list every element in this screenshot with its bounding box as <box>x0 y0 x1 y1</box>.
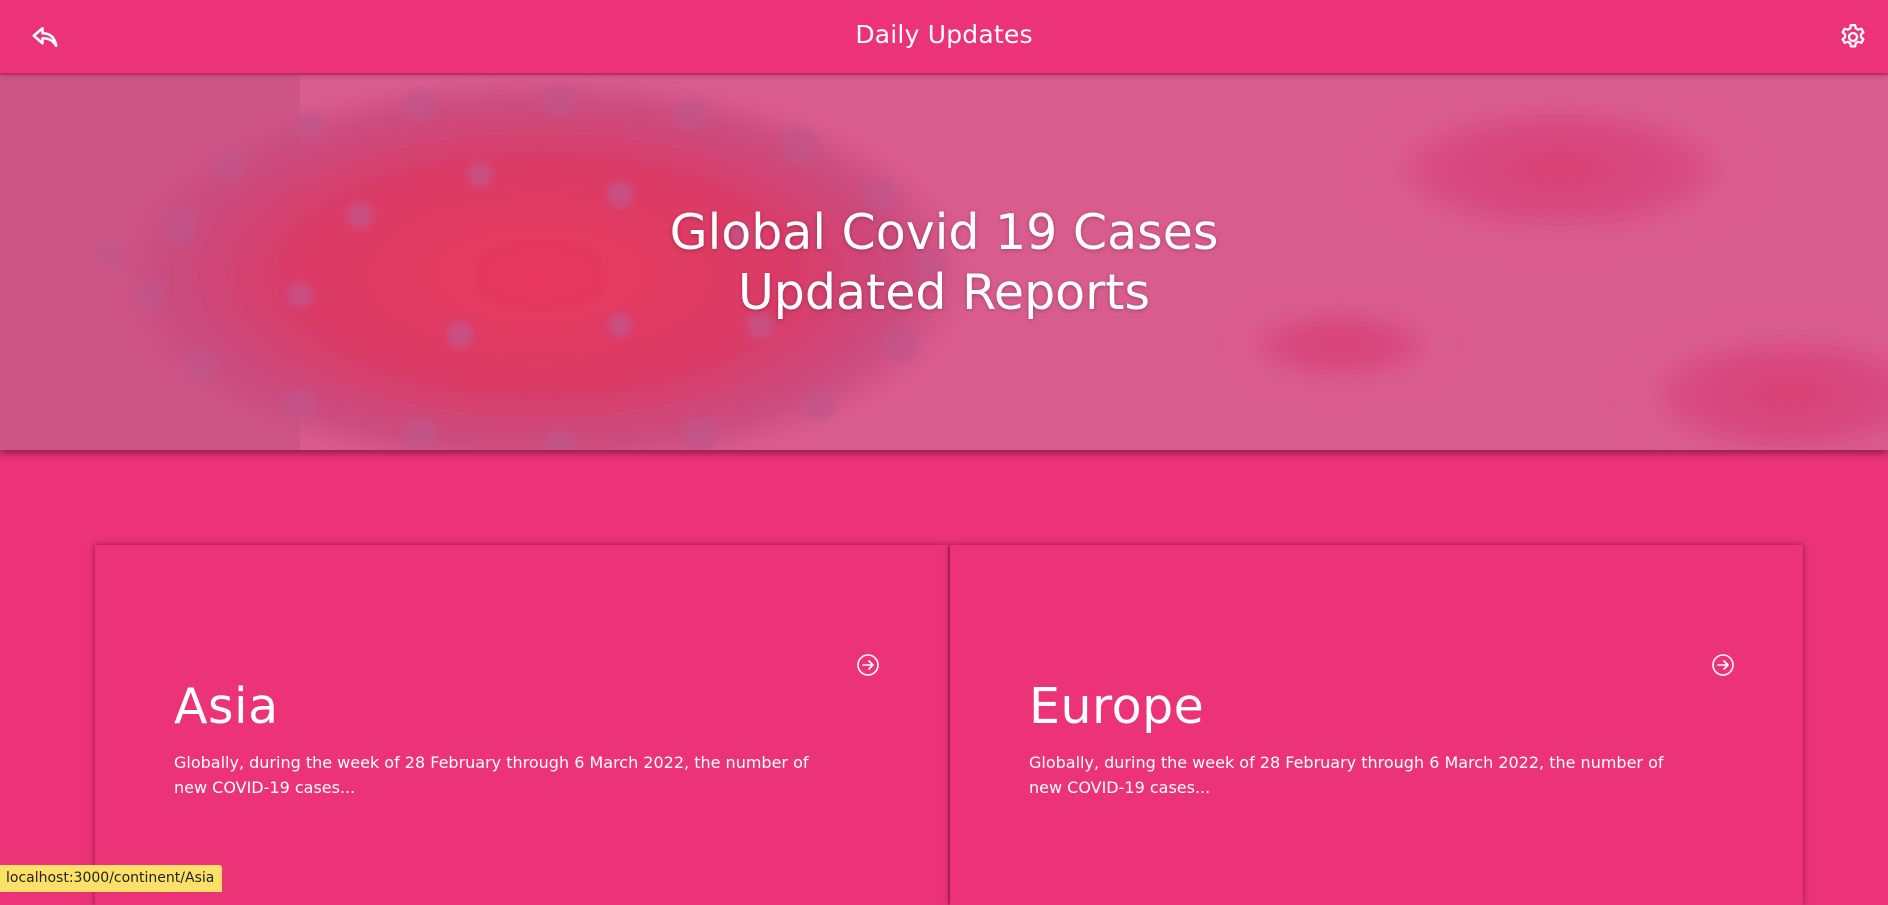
page-title: Daily Updates <box>0 20 1888 49</box>
continent-description: Globally, during the week of 28 February… <box>174 750 834 800</box>
arrow-circle-right-icon[interactable] <box>1711 653 1735 677</box>
continent-name: Asia <box>174 678 279 735</box>
continent-name: Europe <box>1029 678 1204 735</box>
hero-banner: Global Covid 19 Cases Updated Reports <box>0 75 1888 450</box>
top-app-bar: Daily Updates <box>0 0 1888 73</box>
arrow-circle-right-icon[interactable] <box>856 653 880 677</box>
hero-heading-line1: Global Covid 19 Cases <box>0 203 1888 263</box>
continent-cards: Asia Globally, during the week of 28 Feb… <box>95 545 1805 892</box>
gear-icon[interactable] <box>1838 22 1868 52</box>
continent-description: Globally, during the week of 28 February… <box>1029 750 1689 800</box>
link-preview-status: localhost:3000/continent/Asia <box>0 865 222 892</box>
continent-card-europe[interactable]: Europe Globally, during the week of 28 F… <box>950 545 1803 905</box>
hero-heading: Global Covid 19 Cases Updated Reports <box>0 203 1888 323</box>
continent-card-asia[interactable]: Asia Globally, during the week of 28 Feb… <box>95 545 948 905</box>
hero-heading-line2: Updated Reports <box>0 263 1888 323</box>
